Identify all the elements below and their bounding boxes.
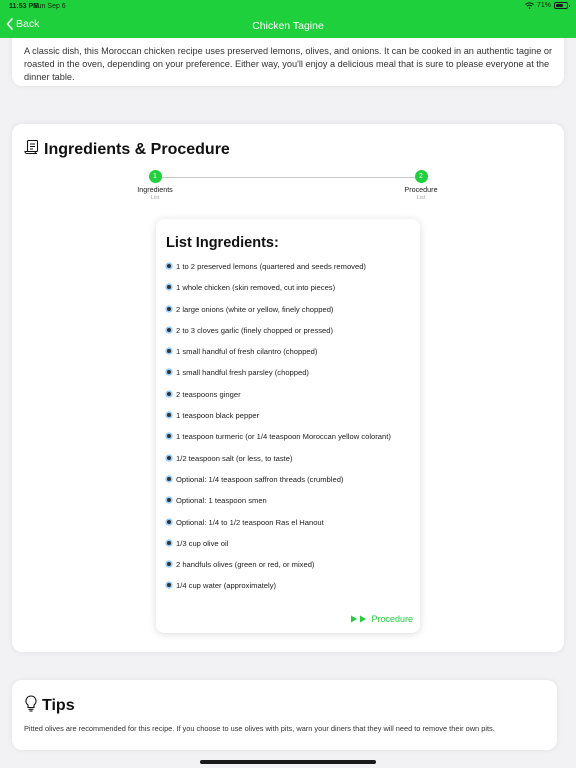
ingredient-text: 1/2 teaspoon salt (or less, to taste) — [176, 453, 293, 463]
list-item: 1 teaspoon black pepper — [166, 411, 414, 432]
bullet-icon — [166, 518, 172, 525]
bullet-icon — [166, 369, 172, 376]
step-connector — [154, 177, 421, 178]
bullet-icon — [166, 263, 172, 269]
step-indicator: 1 Ingredients List 2 Procedure List — [132, 170, 438, 204]
ingredient-text: 1 to 2 preserved lemons (quartered and s… — [176, 262, 366, 271]
ingredient-text: 1/3 cup olive oil — [176, 538, 229, 548]
step-ingredients[interactable]: 1 Ingredients List — [125, 170, 185, 201]
procedure-next-label: Procedure — [371, 614, 413, 624]
wifi-icon — [525, 2, 534, 9]
ingredient-text: Optional: 1/4 to 1/2 teaspoon Ras el Han… — [176, 517, 324, 527]
list-item: 1/3 cup olive oil — [166, 539, 414, 560]
list-item: 1 small handful of fresh cilantro (chopp… — [166, 347, 414, 368]
step-sublabel: List — [416, 195, 426, 201]
ingredient-text: 1 small handful fresh parsley (chopped) — [176, 368, 309, 378]
ingredient-text: 2 large onions (white or yellow, finely … — [176, 304, 334, 314]
bullet-icon — [166, 475, 172, 482]
list-item: 1 teaspoon turmeric (or 1/4 teaspoon Mor… — [166, 432, 414, 453]
step-procedure[interactable]: 2 Procedure List — [391, 170, 451, 201]
list-item: Optional: 1/4 teaspoon saffron threads (… — [166, 475, 414, 496]
bullet-icon — [166, 582, 172, 589]
bullet-icon — [166, 348, 172, 355]
bullet-icon — [166, 497, 172, 504]
list-item: 2 handfuls olives (green or red, or mixe… — [166, 560, 414, 581]
ingredient-text: 1/4 cup water (approximately) — [176, 581, 277, 591]
ingredients-list: 1 to 2 preserved lemons (quartered and s… — [166, 262, 414, 603]
ingredient-text: 1 whole chicken (skin removed, cut into … — [176, 283, 336, 293]
list-item: Optional: 1/4 to 1/2 teaspoon Ras el Han… — [166, 518, 414, 539]
page-title: Chicken Tagine — [252, 20, 324, 32]
step-label: Ingredients — [137, 185, 173, 194]
navigation-bar: Back Chicken Tagine — [0, 14, 576, 38]
list-item: 2 teaspoons ginger — [166, 390, 414, 411]
ingredient-text: 2 handfuls olives (green or red, or mixe… — [176, 560, 315, 570]
ingredients-list-card: List Ingredients: 1 to 2 preserved lemon… — [156, 219, 420, 633]
ingredients-card: Ingredients & Procedure 1 Ingredients Li… — [12, 124, 564, 652]
ingredient-text: 2 teaspoons ginger — [176, 389, 241, 399]
tips-text: Pitted olives are recommended for this r… — [24, 724, 495, 733]
step-sublabel: List — [150, 195, 160, 201]
bullet-icon — [166, 454, 172, 461]
bullet-icon — [166, 539, 172, 546]
status-bar: 11:53 PM Sun Sep 6 71% — [0, 0, 576, 12]
list-item: 1/4 cup water (approximately) — [166, 581, 414, 602]
ingredient-text: 2 to 3 cloves garlic (finely chopped or … — [176, 325, 334, 335]
double-play-icon — [350, 615, 368, 623]
list-item: 1/2 teaspoon salt (or less, to taste) — [166, 454, 414, 475]
ingredient-text: 1 teaspoon turmeric (or 1/4 teaspoon Mor… — [176, 432, 391, 442]
section-title: Ingredients & Procedure — [44, 140, 230, 158]
ingredient-text: Optional: 1 teaspoon smen — [176, 496, 267, 506]
bullet-icon — [166, 412, 172, 419]
top-bar: 11:53 PM Sun Sep 6 71% Back Chicken Tagi… — [0, 0, 576, 38]
bullet-icon — [166, 305, 172, 312]
step-number: 2 — [414, 170, 428, 183]
tips-card: Tips Pitted olives are recommended for t… — [12, 680, 557, 750]
battery-percent: 71% — [536, 2, 551, 9]
bullet-icon — [166, 284, 172, 291]
bullet-icon — [166, 561, 172, 568]
ingredient-text: 1 teaspoon black pepper — [176, 411, 260, 421]
ingredients-header: Ingredients & Procedure — [24, 139, 230, 160]
list-item: Optional: 1 teaspoon smen — [166, 496, 414, 517]
list-title: List Ingredients: — [166, 235, 279, 251]
description-text: A classic dish, this Moroccan chicken re… — [24, 46, 553, 82]
list-item: 2 large onions (white or yellow, finely … — [166, 305, 414, 326]
bullet-icon — [166, 433, 172, 440]
status-date: Sun Sep 6 — [33, 3, 66, 10]
recipe-icon — [24, 139, 40, 160]
list-item: 2 to 3 cloves garlic (finely chopped or … — [166, 326, 414, 347]
ingredient-text: 1 small handful of fresh cilantro (chopp… — [176, 347, 318, 357]
home-indicator[interactable] — [200, 760, 376, 764]
lightbulb-icon — [24, 695, 38, 717]
tips-title: Tips — [42, 697, 75, 714]
status-indicators: 71% — [525, 2, 570, 9]
bullet-icon — [166, 390, 172, 397]
step-label: Procedure — [404, 185, 438, 194]
list-item: 1 to 2 preserved lemons (quartered and s… — [166, 262, 414, 283]
bullet-icon — [166, 326, 172, 333]
procedure-next-button[interactable]: Procedure — [350, 614, 413, 624]
battery-level — [556, 4, 564, 7]
step-number: 1 — [148, 170, 162, 183]
battery-icon — [554, 2, 570, 9]
ingredient-text: Optional: 1/4 teaspoon saffron threads (… — [176, 474, 344, 484]
list-item: 1 small handful fresh parsley (chopped) — [166, 368, 414, 389]
list-item: 1 whole chicken (skin removed, cut into … — [166, 283, 414, 304]
tips-header: Tips — [24, 695, 75, 717]
